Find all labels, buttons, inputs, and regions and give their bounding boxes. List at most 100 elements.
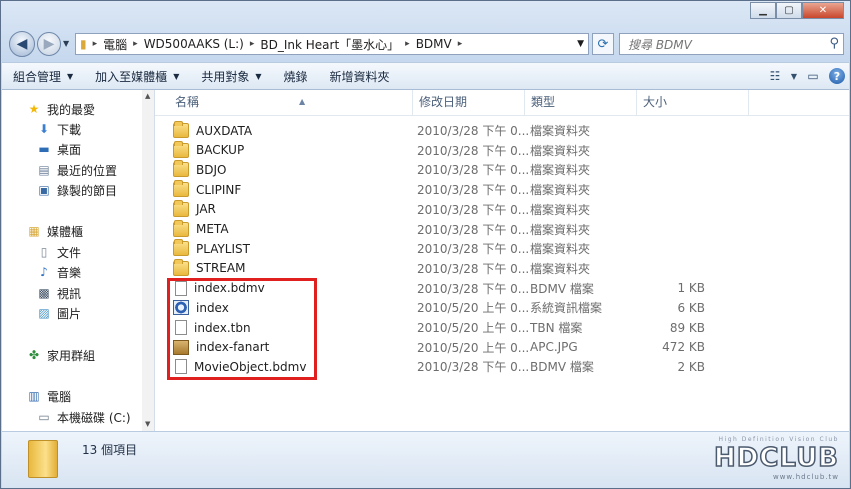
file-name-cell[interactable]: MovieObject.bdmv <box>173 359 306 375</box>
nav-item-videos[interactable]: ▩ 視訊 <box>36 284 81 302</box>
file-date: 2010/3/28 下午 0... <box>417 202 530 217</box>
file-type: 檔案資料夾 <box>530 222 591 237</box>
view-dropdown-icon[interactable]: ▼ <box>787 65 801 87</box>
file-row[interactable]: index.bdmv 2010/3/28 下午 0... BDMV 檔案 1 KB <box>169 279 729 298</box>
preview-pane-button[interactable]: ▭ <box>801 65 825 87</box>
file-name-cell[interactable]: index <box>173 300 229 316</box>
file-name: BACKUP <box>196 143 245 158</box>
column-type-header[interactable]: 類型 <box>525 90 637 115</box>
chevron-right-icon[interactable]: ▸ <box>91 39 100 49</box>
file-name-cell[interactable]: JAR <box>173 199 216 217</box>
search-input[interactable] <box>626 35 820 55</box>
forward-button[interactable]: ▶ <box>37 32 61 56</box>
file-row[interactable]: BDJO 2010/3/28 下午 0... 檔案資料夾 <box>169 160 729 179</box>
file-name-cell[interactable]: index.bdmv <box>173 280 265 296</box>
nav-label: 圖片 <box>57 306 82 321</box>
nav-item-homegroup[interactable]: ✤ 家用群組 <box>26 346 95 364</box>
chevron-right-icon[interactable]: ▸ <box>456 39 465 49</box>
file-row[interactable]: PLAYLIST 2010/3/28 下午 0... 檔案資料夾 <box>169 239 729 258</box>
navigation-bar: ◀ ▶ ▼ ▮ ▸ 電腦 ▸ WD500AAKS (L:) ▸ BD_Ink H… <box>9 31 844 59</box>
recent-pages-dropdown[interactable]: ▼ <box>63 39 69 48</box>
navigation-pane-scrollbar[interactable]: ▲ ▼ <box>142 90 154 431</box>
maximize-button[interactable]: ▢ <box>776 2 802 19</box>
minimize-button[interactable]: ▁ <box>750 2 776 19</box>
nav-label: 桌面 <box>57 142 82 157</box>
file-row[interactable]: AUXDATA 2010/3/28 下午 0... 檔案資料夾 <box>169 121 729 140</box>
column-size-header[interactable]: 大小 <box>637 90 749 115</box>
file-name-cell[interactable]: PLAYLIST <box>173 239 250 257</box>
file-row[interactable]: MovieObject.bdmv 2010/3/28 下午 0... BDMV 檔案… <box>169 357 729 376</box>
file-name-cell[interactable]: META <box>173 219 229 237</box>
file-row[interactable]: META 2010/3/28 下午 0... 檔案資料夾 <box>169 219 729 239</box>
nav-item-favorites[interactable]: ★ 我的最愛 <box>26 100 95 118</box>
file-type: BDMV 檔案 <box>530 281 594 296</box>
recent-places-icon: ▤ <box>38 163 50 177</box>
file-name-cell[interactable]: index-fanart <box>173 339 270 355</box>
file-name-cell[interactable]: BACKUP <box>173 140 245 158</box>
folder-icon <box>173 180 189 198</box>
chevron-right-icon[interactable]: ▸ <box>131 39 140 49</box>
folder-icon <box>173 239 189 257</box>
column-date-header[interactable]: 修改日期 <box>413 90 525 115</box>
add-to-library-button[interactable]: 加入至媒體櫃 ▼ <box>84 65 190 87</box>
column-name-header[interactable]: 名稱 ▲ <box>169 90 413 115</box>
chevron-right-icon[interactable]: ▸ <box>403 39 412 49</box>
nav-item-downloads[interactable]: ⬇ 下載 <box>36 120 81 138</box>
file-name: PLAYLIST <box>196 241 250 256</box>
file-name-cell[interactable]: index.tbn <box>173 320 251 335</box>
refresh-button[interactable]: ⟳ <box>592 33 614 55</box>
new-folder-button[interactable]: 新增資料夾 <box>319 65 401 87</box>
breadcrumb-computer[interactable]: 電腦 <box>99 36 131 53</box>
address-dropdown-icon[interactable]: ▼ <box>577 39 584 49</box>
nav-item-recent-places[interactable]: ▤ 最近的位置 <box>36 161 117 179</box>
file-row[interactable]: JAR 2010/3/28 下午 0... 檔案資料夾 <box>169 199 729 219</box>
burn-button[interactable]: 燒錄 <box>273 65 319 87</box>
nav-item-computer[interactable]: ▥ 電腦 <box>26 387 71 405</box>
file-name-cell[interactable]: AUXDATA <box>173 121 252 138</box>
file-row[interactable]: index.tbn 2010/5/20 上午 0... TBN 檔案 89 KB <box>169 318 729 337</box>
nav-item-recorded-tv[interactable]: ▣ 錄製的節目 <box>36 181 117 199</box>
close-button[interactable]: ✕ <box>802 2 844 19</box>
file-name-cell[interactable]: STREAM <box>173 258 245 276</box>
file-row[interactable]: STREAM 2010/3/28 下午 0... 檔案資料夾 <box>169 258 729 278</box>
share-with-button[interactable]: 共用對象 ▼ <box>190 65 272 87</box>
file-row[interactable]: CLIPINF 2010/3/28 下午 0... 檔案資料夾 <box>169 180 729 199</box>
star-icon: ★ <box>28 102 40 116</box>
organize-button[interactable]: 組合管理 ▼ <box>2 65 84 87</box>
file-row[interactable]: index 2010/5/20 上午 0... 系統資訊檔案 6 KB <box>169 298 729 317</box>
column-type-label: 類型 <box>531 95 556 109</box>
scroll-up-icon[interactable]: ▲ <box>145 92 150 100</box>
watermark-url: www.hdclub.tw <box>772 473 839 481</box>
help-button[interactable]: ? <box>825 65 849 87</box>
file-name-cell[interactable]: BDJO <box>173 160 226 178</box>
file-type: 系統資訊檔案 <box>530 301 603 316</box>
nav-item-documents[interactable]: ▯ 文件 <box>36 243 81 261</box>
file-type: 檔案資料夾 <box>530 242 591 257</box>
address-bar[interactable]: ▮ ▸ 電腦 ▸ WD500AAKS (L:) ▸ BD_Ink Heart「墨… <box>75 33 589 55</box>
nav-item-libraries[interactable]: ▦ 媒體櫃 <box>26 222 83 240</box>
chevron-right-icon[interactable]: ▸ <box>248 39 257 49</box>
pictures-icon: ▨ <box>38 306 50 320</box>
file-row[interactable]: BACKUP 2010/3/28 下午 0... 檔案資料夾 <box>169 140 729 160</box>
breadcrumb-drive[interactable]: WD500AAKS (L:) <box>140 37 248 51</box>
search-box[interactable]: ⚲ <box>619 33 844 55</box>
system-info-icon <box>173 300 189 316</box>
file-name-cell[interactable]: CLIPINF <box>173 180 241 198</box>
nav-item-desktop[interactable]: ▬ 桌面 <box>36 140 81 158</box>
file-name: index-fanart <box>196 340 270 355</box>
breadcrumb-disc-folder[interactable]: BD_Ink Heart「墨水心」 <box>256 36 403 53</box>
scroll-down-icon[interactable]: ▼ <box>145 420 150 428</box>
nav-item-music[interactable]: ♪ 音樂 <box>36 263 81 281</box>
nav-item-pictures[interactable]: ▨ 圖片 <box>36 304 81 322</box>
file-size: 1 KB <box>677 281 705 296</box>
nav-label: 錄製的節目 <box>57 183 118 198</box>
file-list: 名稱 ▲ 修改日期 類型 大小 AUXDATA 2010/3/28 下午 0... 檔… <box>155 90 849 431</box>
view-options-button[interactable]: ☷ <box>763 65 787 87</box>
file-row[interactable]: index-fanart 2010/5/20 上午 0... APC.JPG 472 … <box>169 338 729 357</box>
nav-item-local-disk-c[interactable]: ▭ 本機磁碟 (C:) <box>36 408 130 426</box>
breadcrumb-bdmv[interactable]: BDMV <box>412 37 456 51</box>
file-name: index.tbn <box>194 320 251 335</box>
back-button[interactable]: ◀ <box>9 31 35 57</box>
search-icon[interactable]: ⚲ <box>829 36 839 51</box>
nav-label: 媒體櫃 <box>47 224 84 239</box>
